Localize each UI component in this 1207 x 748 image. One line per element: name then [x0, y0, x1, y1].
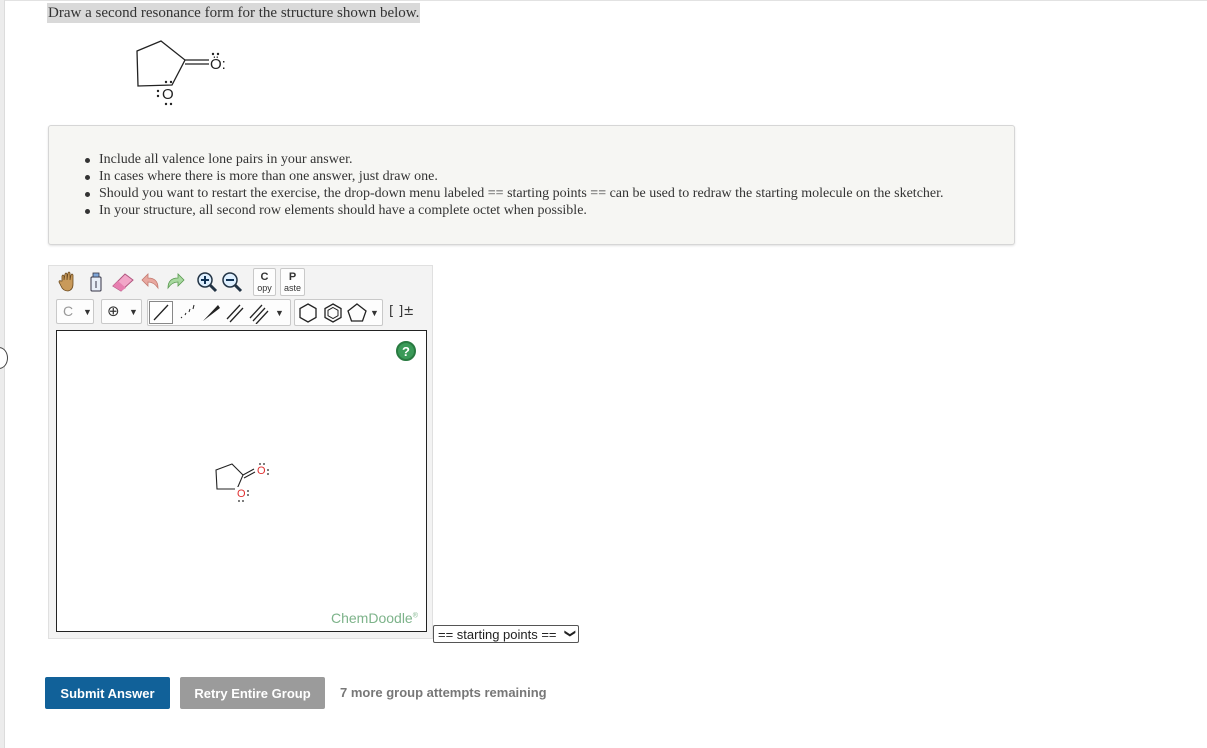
chevron-down-icon[interactable]: ▼: [275, 308, 284, 318]
copy-button[interactable]: C opy: [253, 268, 276, 296]
chevron-down-icon: ▼: [129, 307, 138, 317]
ring-tools-group: ▼: [294, 299, 383, 326]
eraser-icon[interactable]: [110, 268, 136, 296]
instructions-list: Include all valence lone pairs in your a…: [85, 151, 944, 219]
registered-mark: ®: [412, 612, 418, 620]
redo-icon[interactable]: [164, 268, 186, 296]
element-selector[interactable]: C ▼: [56, 299, 94, 324]
instruction-item: Include all valence lone pairs in your a…: [85, 151, 944, 168]
chevron-down-icon: ▼: [83, 307, 92, 317]
left-sidebar-strip: [0, 0, 5, 748]
chemdoodle-sketcher: C opy P aste C ▼ ⊕ ▼ ▼ ▼ []± ? O O Chem…: [48, 265, 433, 639]
svg-text:O: O: [257, 465, 266, 477]
cyclopentane-icon[interactable]: [346, 302, 368, 324]
undo-icon[interactable]: [140, 268, 162, 296]
triple-bond-icon[interactable]: [248, 302, 270, 325]
sidebar-toggle-handle[interactable]: [0, 347, 8, 369]
top-divider: [5, 0, 1207, 1]
single-bond-icon[interactable]: [149, 301, 173, 324]
submit-answer-button[interactable]: Submit Answer: [45, 677, 170, 709]
exocyclic-oxygen-label: Ö:: [210, 55, 226, 73]
zoom-in-icon[interactable]: [196, 268, 218, 296]
chevron-down-icon[interactable]: ▼: [370, 308, 379, 318]
wedge-bond-icon[interactable]: [200, 302, 222, 324]
cyclohexane-icon[interactable]: [297, 302, 319, 324]
bracket-charge-button[interactable]: [ ]±: [389, 302, 415, 324]
starting-points-select[interactable]: == starting points == ❯: [433, 625, 579, 643]
starting-points-select-value: == starting points ==: [438, 627, 557, 642]
chemdoodle-brand-text: ChemDoodle: [331, 610, 413, 626]
instruction-item: In cases where there is more than one an…: [85, 168, 944, 185]
attempts-remaining-text: 7 more group attempts remaining: [340, 685, 547, 700]
pan-hand-icon[interactable]: [56, 268, 80, 296]
instruction-item: Should you want to restart the exercise,…: [85, 186, 944, 201]
copy-button-rest: opy: [257, 283, 272, 293]
copy-button-initial: C: [260, 271, 269, 283]
lasso-clear-icon[interactable]: [85, 268, 107, 296]
paste-button-initial: P: [288, 271, 297, 283]
instructions-panel: Include all valence lone pairs in your a…: [48, 125, 1015, 245]
bracket-charge-label: [ ]±: [389, 304, 415, 319]
element-selector-label: C: [63, 303, 74, 319]
paste-button-rest: aste: [283, 283, 301, 293]
zoom-out-icon[interactable]: [221, 268, 243, 296]
bond-tools-group: ▼: [147, 299, 291, 326]
ring-oxygen-label: O: [162, 86, 174, 103]
question-prompt: Draw a second resonance form for the str…: [47, 3, 421, 23]
double-bond-icon[interactable]: [224, 302, 246, 324]
drawing-canvas[interactable]: ? O O ChemDoodle®: [56, 330, 427, 632]
benzene-icon[interactable]: [322, 302, 344, 324]
question-structure: Ö: O: [136, 40, 226, 106]
chemdoodle-brand: ChemDoodle®: [331, 610, 418, 626]
retry-group-button[interactable]: Retry Entire Group: [180, 677, 325, 709]
chevron-down-icon: ❯: [563, 628, 576, 639]
charge-plus-icon: ⊕: [107, 302, 120, 320]
charge-selector[interactable]: ⊕ ▼: [101, 299, 142, 324]
help-icon[interactable]: ?: [396, 341, 416, 361]
canvas-molecule[interactable]: O O: [207, 451, 282, 506]
instruction-item: In your structure, all second row elemen…: [85, 202, 944, 219]
paste-button[interactable]: P aste: [280, 268, 305, 296]
hashed-bond-icon[interactable]: [177, 302, 199, 324]
svg-text:O: O: [237, 488, 246, 500]
